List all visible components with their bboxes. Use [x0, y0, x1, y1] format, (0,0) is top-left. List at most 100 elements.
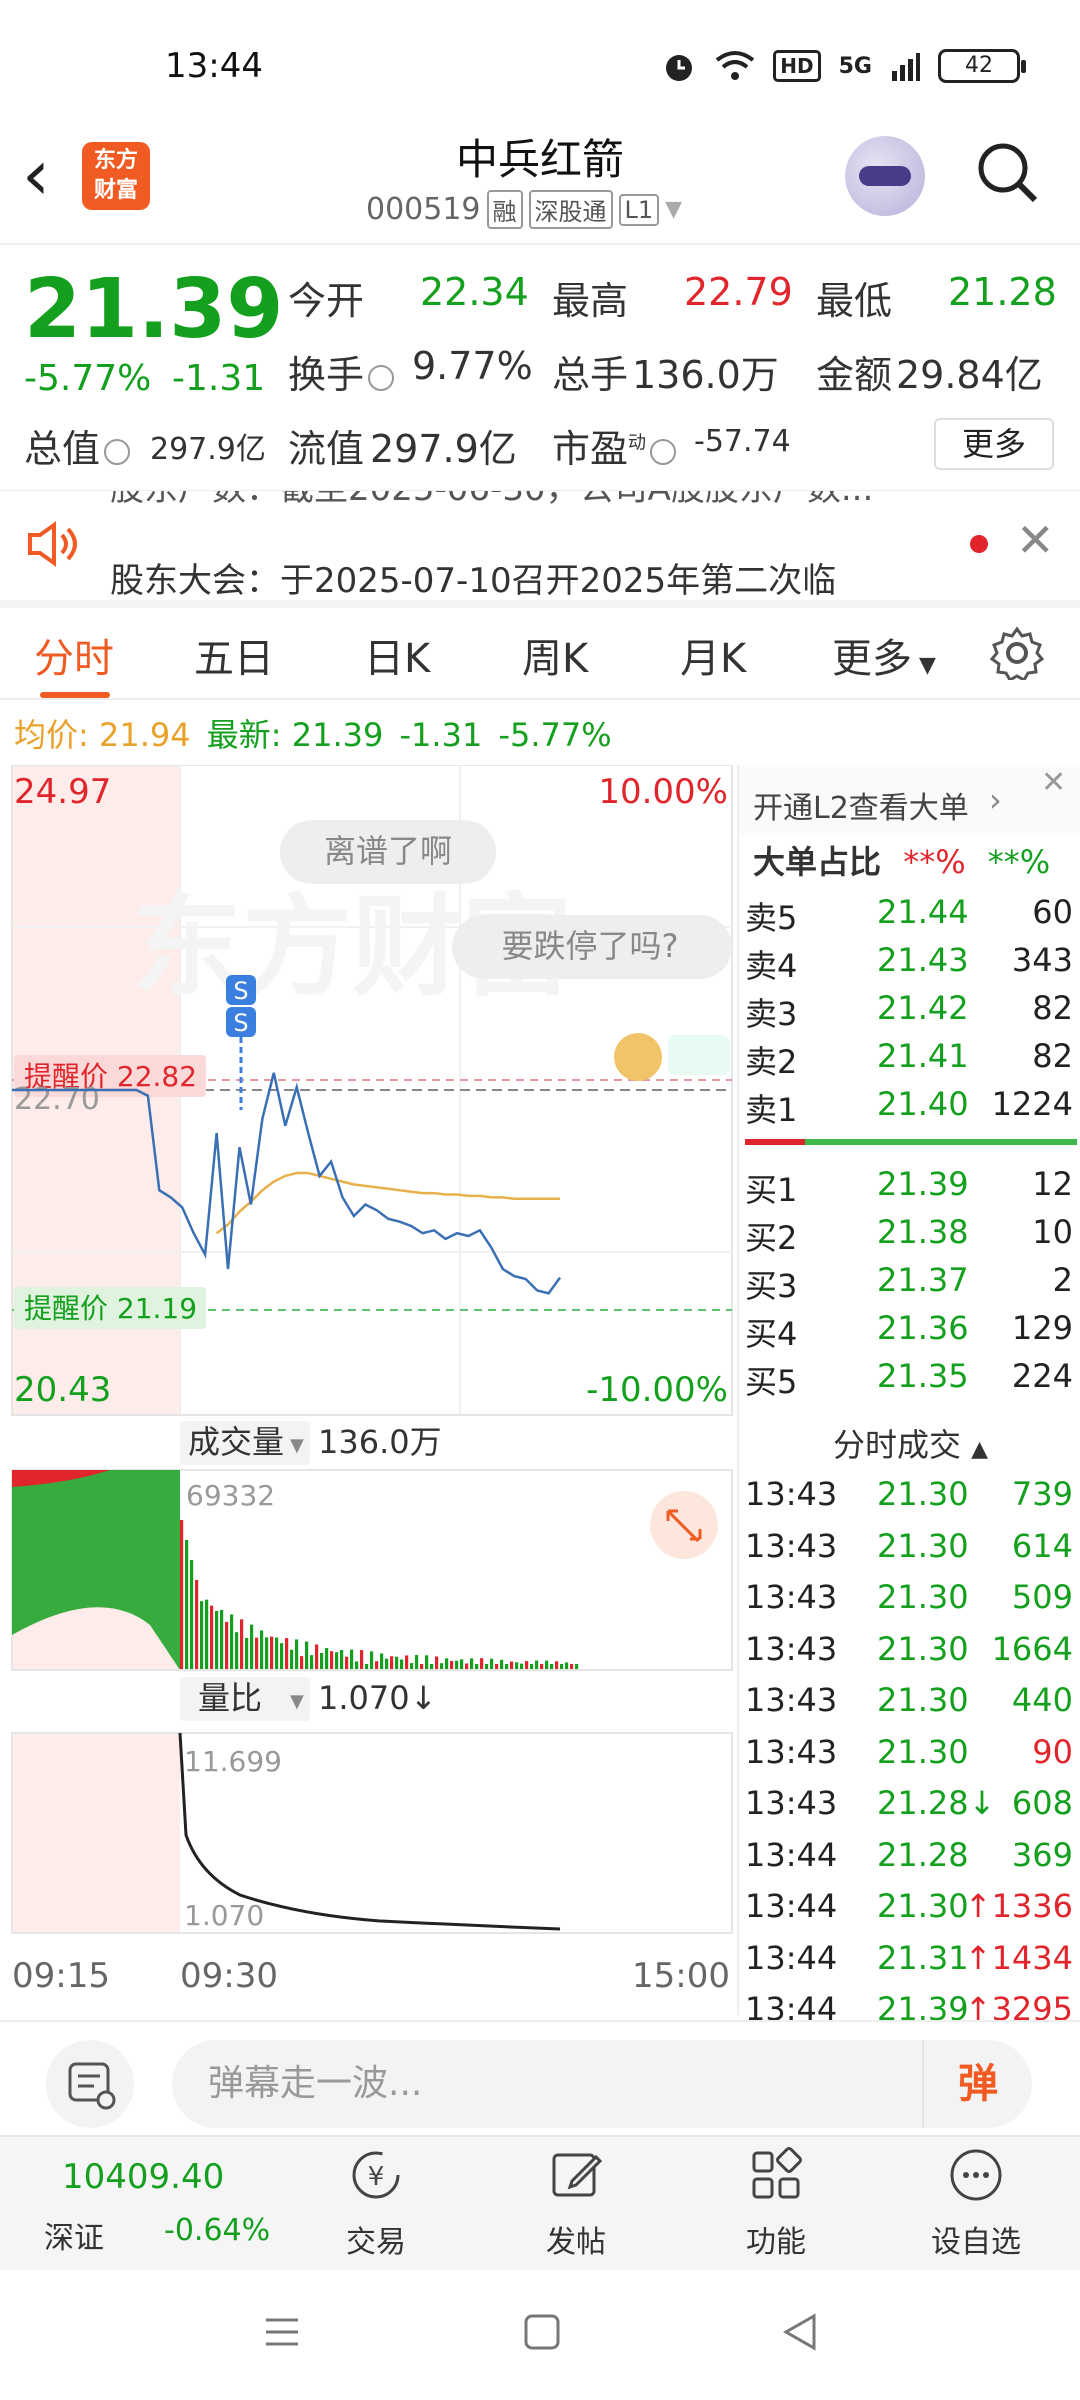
stock-code-row[interactable]: 000519 融 深股通 L1 ▼ [366, 190, 682, 229]
trade-row[interactable]: 13:43 21.30 739 [739, 1475, 1079, 1521]
status-icons: HD 5G 42 [661, 48, 1026, 84]
ask-row[interactable]: 卖1 21.40 1224 [739, 1085, 1079, 1131]
volume-bar [440, 1663, 444, 1670]
tab-daily-k[interactable]: 日K [364, 626, 430, 684]
info-icon[interactable] [650, 438, 677, 465]
row-label: 买5 [745, 1363, 798, 1401]
l2-promo[interactable]: 开通L2查看大单 › ✕ [739, 765, 1080, 835]
close-icon[interactable]: ✕ [1041, 765, 1066, 800]
y-max-label: 24.97 [14, 772, 111, 812]
row-qty: 10 [1032, 1213, 1073, 1251]
home-icon[interactable] [522, 2312, 562, 2352]
volume-bar [415, 1654, 419, 1670]
info-icon[interactable] [368, 364, 395, 391]
row-price: 21.30 [877, 1681, 969, 1719]
row-label: 13:44 [745, 1887, 838, 1925]
row-qty: 90 [1032, 1732, 1073, 1771]
settings-gear-icon[interactable] [990, 626, 1044, 680]
info-icon[interactable] [104, 438, 131, 465]
back-icon[interactable] [780, 2312, 820, 2352]
volume-total: 136.0万 [318, 1423, 442, 1461]
more-button[interactable]: 更多 [934, 418, 1054, 470]
prev-close-label: 22.70 [14, 1082, 100, 1117]
menu-icon[interactable] [262, 2312, 302, 2352]
row-qty: 224 [1011, 1357, 1073, 1395]
wifi-icon [716, 51, 755, 80]
mini-badge[interactable] [668, 1035, 730, 1075]
quote-panel: 21.39 -5.77% -1.31 今开 22.34 最高 22.79 最低 … [0, 248, 1080, 488]
notice-bar[interactable]: 股东户数：截至2025-06-30，公司A股股东户数... 股东大会：于2025… [0, 490, 1080, 595]
time-start-label: 09:15 [12, 1956, 110, 1996]
ratio-min-label: 1.070 [184, 1899, 264, 1932]
trade-row[interactable]: 13:43 21.30 440 [739, 1681, 1079, 1727]
trade-row[interactable]: 13:43 21.30 509 [739, 1578, 1079, 1624]
trades-header[interactable]: 分时成交 ▲ [739, 1415, 1080, 1475]
bid-row[interactable]: 买3 21.37 2 [739, 1261, 1079, 1307]
volume-bar [390, 1656, 394, 1670]
grid-icon [752, 2147, 802, 2199]
rabbit-avatar-icon[interactable] [614, 1033, 662, 1081]
float-value: 297.9亿 [370, 427, 517, 471]
bid-row[interactable]: 买5 21.35 224 [739, 1357, 1079, 1403]
row-price: 21.39 [877, 1165, 969, 1203]
barrage-input[interactable]: 弹幕走一波... 弹 [172, 2040, 1032, 2128]
trade-row[interactable]: 13:43 21.30 1664 [739, 1630, 1079, 1676]
index-value: 10409.40 [62, 2157, 225, 2197]
tag-connect: 深股通 [528, 190, 613, 229]
volume-bar [230, 1614, 234, 1670]
ask-row[interactable]: 卖4 21.43 343 [739, 941, 1079, 987]
ratio-max-label: 11.699 [184, 1745, 282, 1778]
row-price: 21.40 [877, 1085, 969, 1123]
chevron-right-icon: › [989, 781, 1002, 819]
trade-row[interactable]: 13:44 21.28 369 [739, 1836, 1079, 1882]
nav-trade[interactable]: ¥ 交易 [296, 2145, 456, 2261]
caret-up-icon: ▲ [971, 1437, 989, 1462]
bid-row[interactable]: 买4 21.36 129 [739, 1309, 1079, 1355]
time-mid-label: 09:30 [180, 1956, 278, 1996]
latest-value: 21.39 [291, 716, 384, 754]
high-value: 22.79 [684, 270, 793, 314]
row-label: 卖4 [745, 947, 798, 985]
ask-row[interactable]: 卖5 21.44 60 [739, 893, 1079, 939]
close-icon[interactable]: ✕ [1016, 513, 1055, 567]
assistant-robot-icon[interactable] [845, 136, 925, 216]
trade-row[interactable]: 13:43 21.28↓ 608 [739, 1784, 1079, 1830]
row-qty: 343 [1011, 941, 1073, 979]
barrage-settings-icon[interactable] [46, 2040, 134, 2128]
row-price: 21.30 [877, 1629, 969, 1668]
intraday-chart[interactable]: 东方财富 提醒价 22.82 提醒价 21.19 22.70 24.97 20.… [0, 764, 735, 2000]
bid-row[interactable]: 买2 21.38 10 [739, 1213, 1079, 1259]
tab-weekly-k[interactable]: 周K [522, 626, 588, 684]
ask-row[interactable]: 卖3 21.42 82 [739, 989, 1079, 1035]
row-label: 13:43 [745, 1578, 838, 1616]
nav-functions[interactable]: 功能 [696, 2145, 856, 2261]
row-qty: 509 [1011, 1578, 1073, 1616]
nav-add-watchlist[interactable]: 设自选 [896, 2145, 1056, 2261]
float-label: 流值 [288, 427, 365, 471]
trade-row[interactable]: 13:44 21.31 ↑1434 [739, 1939, 1079, 1985]
volume-bar [445, 1658, 449, 1670]
volume-bar [345, 1656, 349, 1670]
mktcap-label: 总值 [24, 418, 134, 473]
row-price: 21.31 [877, 1938, 969, 1977]
barrage-send-button[interactable]: 弹 [922, 2040, 1032, 2128]
tab-more[interactable]: 更多 ▼ [832, 626, 936, 684]
ask-row[interactable]: 卖2 21.41 82 [739, 1037, 1079, 1083]
search-icon[interactable] [975, 140, 1039, 204]
bid-row[interactable]: 买1 21.39 12 [739, 1165, 1079, 1211]
trade-row[interactable]: 13:43 21.30 90 [739, 1733, 1079, 1779]
tab-monthly-k[interactable]: 月K [680, 626, 746, 684]
index-name: 深证 [44, 2221, 104, 2256]
tab-intraday[interactable]: 分时 [34, 626, 114, 684]
trade-row[interactable]: 13:43 21.30 614 [739, 1527, 1079, 1573]
row-qty: ↑1434 [964, 1938, 1073, 1977]
volume-bar [315, 1644, 319, 1670]
tab-five-day[interactable]: 五日 [194, 626, 274, 684]
system-nav-bar [0, 2270, 1080, 2400]
price-line [125, 1072, 562, 1295]
row-qty: 440 [1011, 1681, 1073, 1719]
volume-bar [290, 1649, 294, 1670]
trade-row[interactable]: 13:44 21.30 ↑1336 [739, 1887, 1079, 1933]
volume-bar [455, 1660, 459, 1670]
nav-post[interactable]: 发帖 [496, 2145, 656, 2261]
